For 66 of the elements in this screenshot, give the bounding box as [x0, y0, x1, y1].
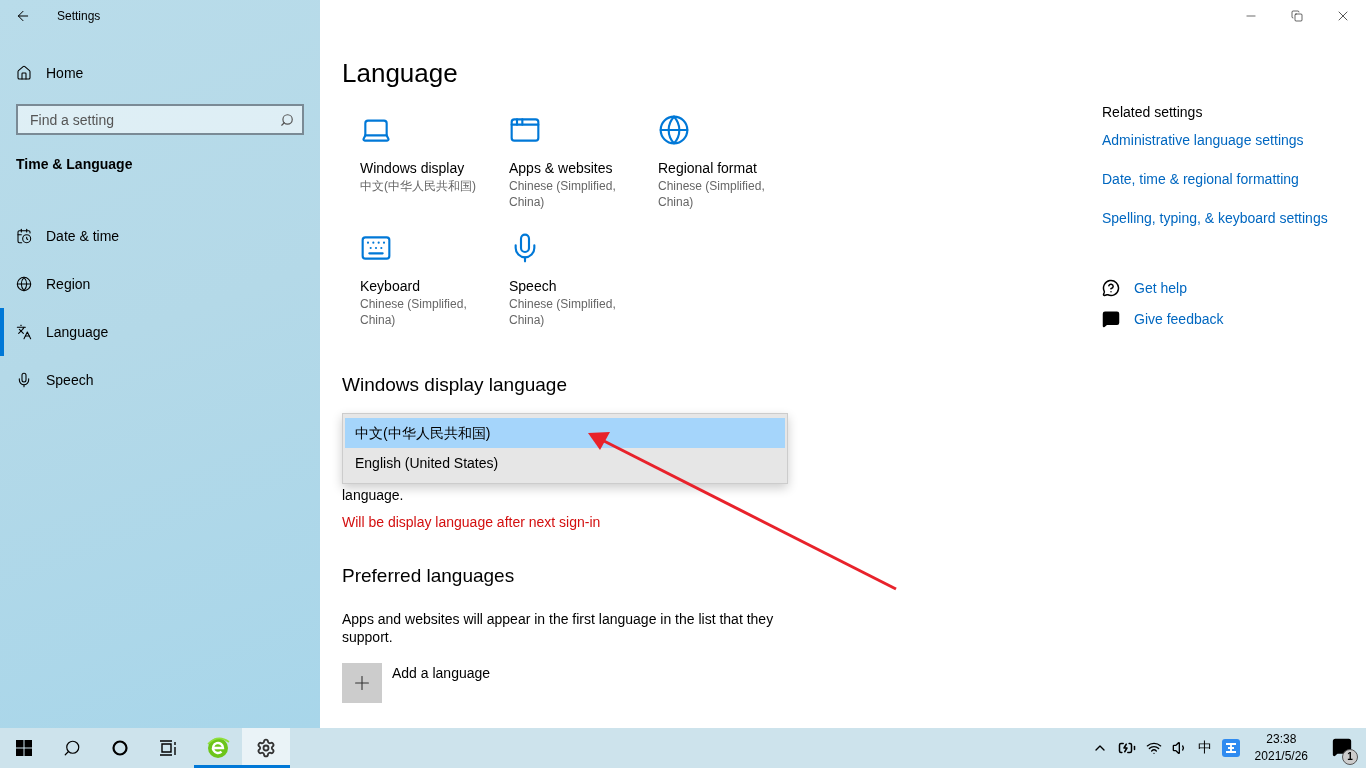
- tile-label[interactable]: Windows display: [360, 158, 509, 178]
- related-link[interactable]: Date, time & regional formatting: [1102, 169, 1366, 189]
- globe-icon: [16, 276, 32, 292]
- tile-label[interactable]: Regional format: [658, 158, 807, 178]
- language-dropdown-menu[interactable]: 中文(中华人民共和国) English (United States): [342, 413, 788, 484]
- home-label: Home: [46, 65, 84, 81]
- dropdown-option[interactable]: English (United States): [345, 448, 785, 478]
- notice-text: Will be display language after next sign-in: [342, 513, 602, 531]
- tile-value: Chinese (Simplified, China): [360, 296, 468, 328]
- tile-label[interactable]: Apps & websites: [509, 158, 658, 178]
- notification-count: 1: [1342, 749, 1358, 765]
- home-icon: [16, 65, 32, 81]
- microphone-icon: [16, 372, 32, 388]
- related-link[interactable]: Administrative language settings: [1102, 130, 1366, 150]
- help-link[interactable]: Give feedback: [1134, 308, 1224, 329]
- section-heading: Preferred languages: [342, 564, 516, 588]
- related-link[interactable]: Spelling, typing, & keyboard settings: [1102, 208, 1366, 228]
- related-heading: Related settings: [1102, 103, 1204, 121]
- window-title: Settings: [57, 9, 101, 23]
- search-icon: [63, 739, 81, 757]
- back-icon[interactable]: [15, 8, 31, 24]
- feedback-icon: [1102, 309, 1120, 328]
- sidebar-label: Speech: [46, 372, 94, 388]
- add-language-button[interactable]: [342, 663, 382, 703]
- sidebar-item[interactable]: Speech: [0, 356, 320, 404]
- search-field[interactable]: Find a setting: [16, 104, 304, 135]
- circle-icon: [112, 740, 128, 756]
- clock-time: 23:38: [1266, 731, 1297, 748]
- wifi-icon: [1145, 740, 1162, 756]
- add-language-link[interactable]: Add a language: [392, 663, 491, 703]
- section-heading: Windows display language: [342, 373, 568, 397]
- description-text: language.: [342, 486, 405, 504]
- app-icon: [1221, 739, 1240, 757]
- tile-value: 中文(中华人民共和国): [360, 178, 477, 194]
- home-link[interactable]: Home: [0, 49, 320, 97]
- tile-label[interactable]: Keyboard: [360, 276, 509, 296]
- clock-date: 2021/5/26: [1254, 748, 1308, 765]
- tile-value: Chinese (Simplified, China): [509, 178, 617, 210]
- notifications-button[interactable]: 1: [1318, 728, 1366, 768]
- windows-logo-icon: [16, 740, 32, 756]
- help-link[interactable]: Get help: [1134, 277, 1187, 298]
- calendar-clock-icon: [16, 228, 32, 244]
- description-text: Apps and websites will appear in the first language in the list that they support.: [342, 610, 775, 646]
- taskbar-button[interactable]: [242, 728, 290, 768]
- page-title: Language: [342, 57, 459, 90]
- sidebar-item[interactable]: Date & time: [0, 212, 320, 260]
- search-icon: [280, 112, 294, 127]
- search-input[interactable]: Find a setting: [28, 110, 280, 129]
- language-icon: [16, 324, 32, 340]
- input-method-button[interactable]: 中: [1192, 728, 1217, 768]
- tile-label[interactable]: Speech: [509, 276, 658, 296]
- tile-value: Chinese (Simplified, China): [509, 296, 617, 328]
- tile-value: Chinese (Simplified, China): [658, 178, 766, 210]
- sidebar-item[interactable]: Region: [0, 260, 320, 308]
- clock[interactable]: 23:38 2021/5/26: [1244, 728, 1318, 768]
- restore-icon: [1291, 10, 1303, 22]
- dropdown-option[interactable]: 中文(中华人民共和国): [345, 418, 785, 448]
- globe-icon[interactable]: [658, 114, 690, 146]
- sidebar-label: Date & time: [46, 228, 120, 244]
- help-icon: [1102, 278, 1120, 297]
- sidebar-label: Language: [46, 324, 109, 340]
- sidebar-label: Region: [46, 276, 91, 292]
- browser-icon: [206, 736, 230, 760]
- task-view-icon: [159, 740, 177, 756]
- settings-icon: [256, 738, 276, 758]
- section-title: Time & Language: [15, 155, 134, 174]
